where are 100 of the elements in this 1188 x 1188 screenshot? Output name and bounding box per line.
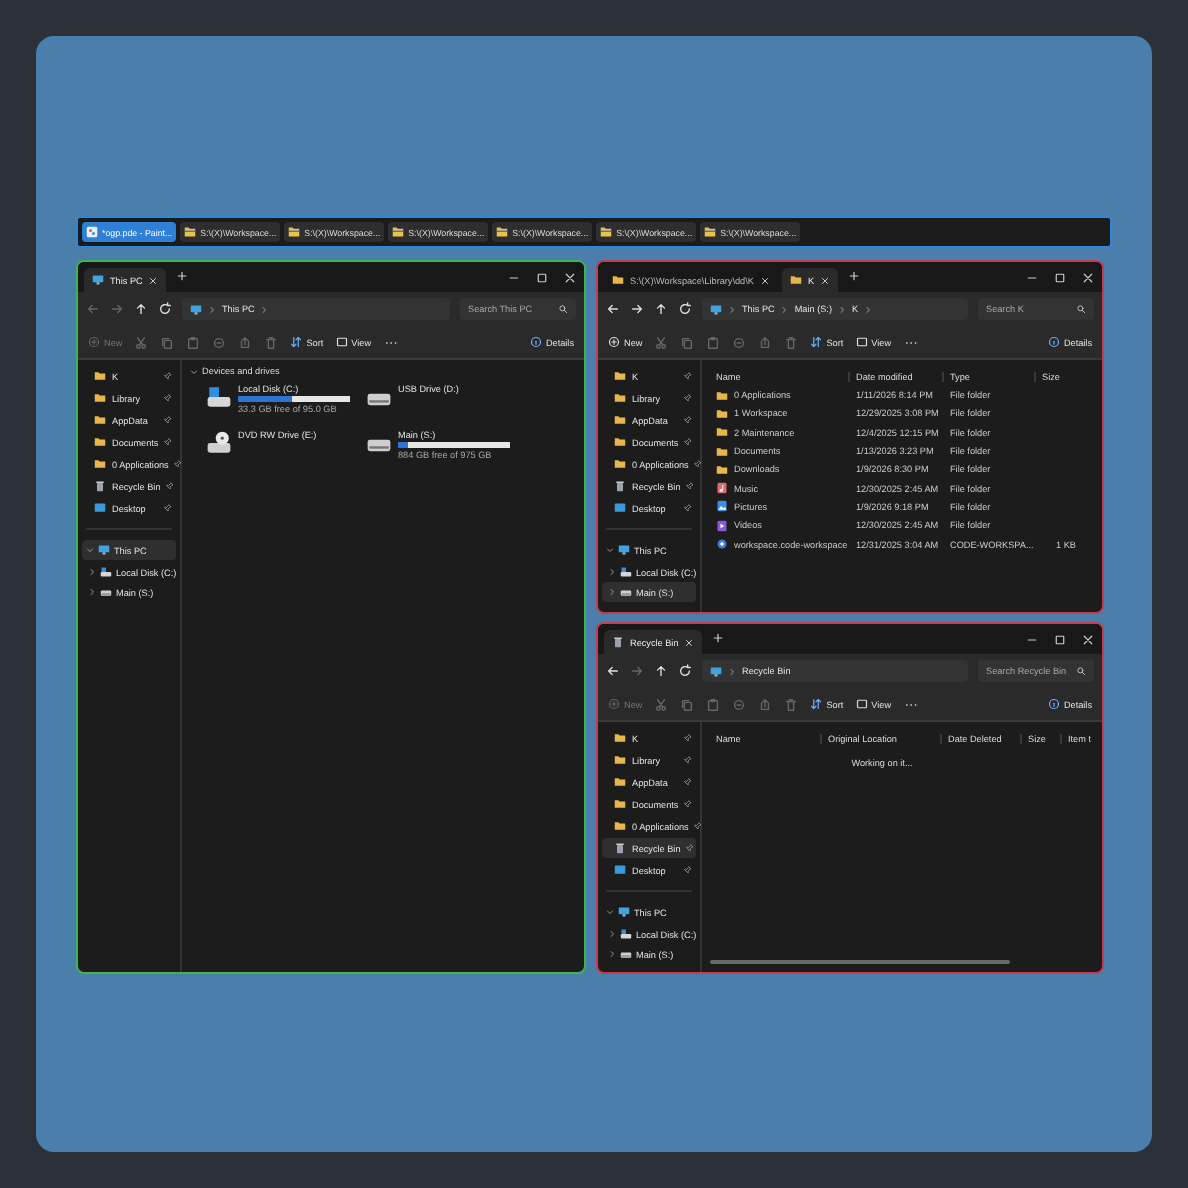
up-button[interactable] [134, 302, 148, 316]
drive-icon [620, 566, 632, 578]
maximize-icon[interactable] [536, 271, 548, 283]
delete-icon[interactable] [784, 697, 799, 711]
pin-icon [684, 372, 692, 380]
chevron-down-icon [606, 908, 614, 916]
cut-icon[interactable] [654, 335, 669, 349]
trash-icon [614, 480, 626, 492]
folder-icon [612, 274, 624, 286]
pin-icon [686, 844, 695, 852]
copy-icon[interactable] [680, 335, 695, 349]
scrollbar[interactable] [710, 960, 1010, 964]
paint-icon [86, 226, 98, 238]
chevron-right-icon [88, 588, 96, 596]
pin-icon [164, 416, 172, 424]
close-icon[interactable] [564, 271, 576, 283]
close-icon[interactable] [1082, 633, 1094, 645]
copy-icon[interactable] [680, 697, 695, 711]
minimize-icon[interactable] [508, 271, 520, 283]
pin-icon [164, 504, 172, 512]
drive-icon [620, 928, 632, 940]
pin-icon [684, 416, 692, 424]
view-icon [855, 336, 868, 348]
up-button[interactable] [654, 664, 668, 678]
delete-icon[interactable] [784, 335, 799, 349]
paste-icon[interactable] [706, 335, 721, 349]
music-icon [716, 482, 728, 495]
view-icon [335, 336, 348, 348]
chevron-down-icon [606, 546, 614, 554]
maximize-icon[interactable] [1054, 633, 1066, 645]
chevron-right-icon [608, 588, 616, 596]
minimize-icon[interactable] [1026, 271, 1038, 283]
pin-icon [684, 438, 693, 446]
sort-icon [290, 336, 303, 348]
share-icon[interactable] [758, 335, 773, 349]
chevron-down-icon[interactable] [190, 367, 198, 375]
plus-icon [608, 698, 620, 710]
cut-icon[interactable] [134, 335, 149, 349]
plus-icon [88, 336, 100, 348]
chevron-right-icon [608, 950, 616, 958]
chevron-icon [728, 667, 736, 675]
computer-icon [710, 303, 722, 315]
trash-icon [612, 636, 624, 648]
pin-icon [164, 372, 172, 380]
add-icon[interactable] [848, 270, 861, 282]
pin-icon [694, 822, 703, 830]
desktop-icon [614, 864, 626, 876]
computer-icon [190, 303, 202, 315]
trash-icon [94, 480, 106, 492]
search-icon [1076, 304, 1086, 314]
pin-icon [694, 460, 703, 468]
maximize-icon[interactable] [1054, 271, 1066, 283]
search-icon [558, 304, 568, 314]
copy-icon[interactable] [160, 335, 175, 349]
refresh-button[interactable] [678, 302, 692, 316]
folder-icon [704, 226, 717, 238]
chevron-right-icon [88, 568, 96, 576]
share-icon[interactable] [238, 335, 253, 349]
pin-icon [174, 460, 183, 468]
paste-icon[interactable] [706, 697, 721, 711]
chevron-icon [208, 305, 216, 313]
folder-icon [600, 226, 613, 238]
plus-icon [608, 336, 620, 348]
minimize-icon[interactable] [1026, 633, 1038, 645]
disc-drive-icon [206, 430, 232, 456]
computer-icon [618, 906, 630, 918]
pin-icon [684, 866, 692, 874]
computer-icon [92, 274, 104, 286]
computer-icon [98, 544, 110, 556]
up-button[interactable] [654, 302, 668, 316]
pin-icon [684, 756, 692, 764]
close-icon[interactable] [1082, 271, 1094, 283]
close-icon[interactable] [684, 637, 695, 647]
chevron-right-icon [608, 568, 616, 576]
chevron-right-icon [608, 930, 616, 938]
add-icon[interactable] [176, 270, 189, 282]
drive-icon [620, 948, 632, 960]
share-icon[interactable] [758, 697, 773, 711]
file-icon [716, 538, 728, 551]
chevron-down-icon [86, 546, 94, 554]
sort-icon [810, 698, 823, 710]
close-icon[interactable] [759, 275, 770, 285]
chevron-icon [728, 305, 736, 313]
close-icon[interactable] [820, 275, 831, 285]
add-icon[interactable] [712, 632, 725, 644]
drive-icon [206, 384, 232, 410]
paste-icon[interactable] [186, 335, 201, 349]
computer-icon [710, 665, 722, 677]
pin-icon [684, 394, 692, 402]
delete-icon[interactable] [264, 335, 279, 349]
cut-icon[interactable] [654, 697, 669, 711]
close-icon[interactable] [148, 275, 159, 285]
details-icon [529, 336, 542, 348]
folder-icon [789, 274, 802, 286]
search-icon [1076, 666, 1086, 676]
refresh-button[interactable] [158, 302, 172, 316]
view-icon [855, 698, 868, 710]
pin-icon [684, 778, 692, 786]
refresh-button[interactable] [678, 664, 692, 678]
folder-icon [496, 226, 509, 238]
